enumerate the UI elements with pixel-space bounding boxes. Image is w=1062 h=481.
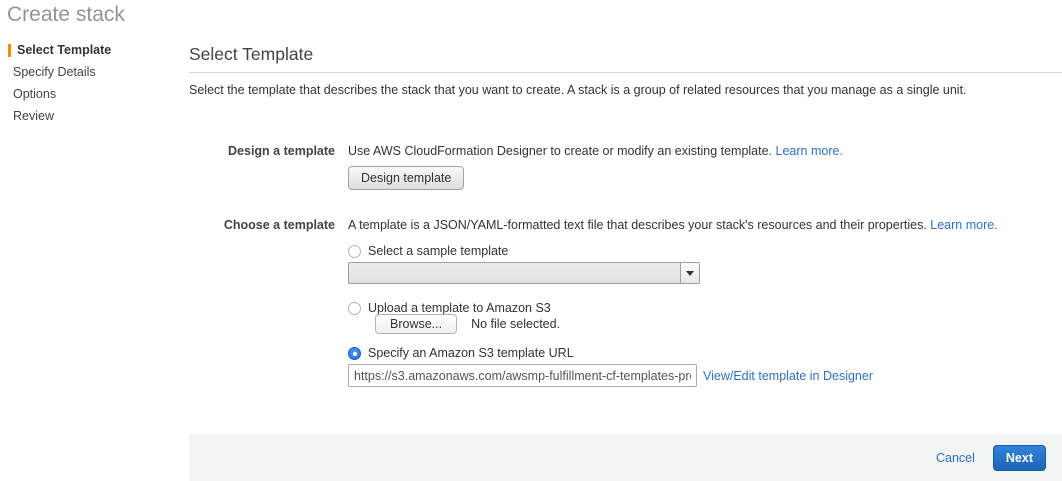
radio-row-sample-template[interactable]: Select a sample template — [348, 244, 508, 258]
upload-template-radio-label: Upload a template to Amazon S3 — [368, 301, 551, 315]
choose-a-template-text: A template is a JSON/YAML-formatted text… — [348, 218, 1052, 232]
step-specify-details[interactable]: Specify Details — [8, 66, 178, 79]
wizard-footer: Cancel Next — [189, 434, 1062, 481]
choose-text: A template is a JSON/YAML-formatted text… — [348, 218, 927, 232]
step-select-template[interactable]: Select Template — [8, 44, 178, 57]
design-learn-more-link[interactable]: Learn more. — [776, 144, 843, 158]
design-text: Use AWS CloudFormation Designer to creat… — [348, 144, 772, 158]
sample-template-radio[interactable] — [348, 245, 361, 258]
design-a-template-label: Design a template — [189, 144, 335, 158]
template-url-input[interactable] — [348, 364, 697, 387]
next-button[interactable]: Next — [993, 445, 1046, 471]
sample-template-radio-label: Select a sample template — [368, 244, 508, 258]
file-upload-row: Browse... No file selected. — [375, 314, 560, 334]
cancel-link[interactable]: Cancel — [936, 451, 975, 465]
sample-template-select[interactable] — [348, 262, 700, 284]
select-dropdown-arrow-icon[interactable] — [680, 263, 699, 283]
section-description: Select the template that describes the s… — [189, 83, 1052, 97]
main-panel: Select Template Select the template that… — [189, 0, 1062, 481]
no-file-selected-text: No file selected. — [471, 317, 560, 331]
specify-url-radio-label: Specify an Amazon S3 template URL — [368, 346, 574, 360]
browse-button[interactable]: Browse... — [375, 314, 457, 334]
choose-learn-more-link[interactable]: Learn more. — [930, 218, 997, 232]
design-a-template-text: Use AWS CloudFormation Designer to creat… — [348, 144, 1052, 158]
step-options[interactable]: Options — [8, 88, 178, 101]
wizard-step-nav: Select Template Specify Details Options … — [8, 44, 178, 132]
section-heading: Select Template — [189, 44, 313, 65]
template-url-row: View/Edit template in Designer — [348, 364, 873, 387]
radio-row-upload-template[interactable]: Upload a template to Amazon S3 — [348, 301, 551, 315]
specify-url-radio[interactable] — [348, 347, 361, 360]
design-template-button[interactable]: Design template — [348, 166, 464, 190]
radio-row-specify-url[interactable]: Specify an Amazon S3 template URL — [348, 346, 574, 360]
choose-a-template-label: Choose a template — [189, 218, 335, 232]
heading-divider — [189, 72, 1062, 73]
page-title: Create stack — [7, 3, 125, 27]
view-edit-in-designer-link[interactable]: View/Edit template in Designer — [703, 369, 873, 383]
step-review[interactable]: Review — [8, 110, 178, 123]
upload-template-radio[interactable] — [348, 302, 361, 315]
